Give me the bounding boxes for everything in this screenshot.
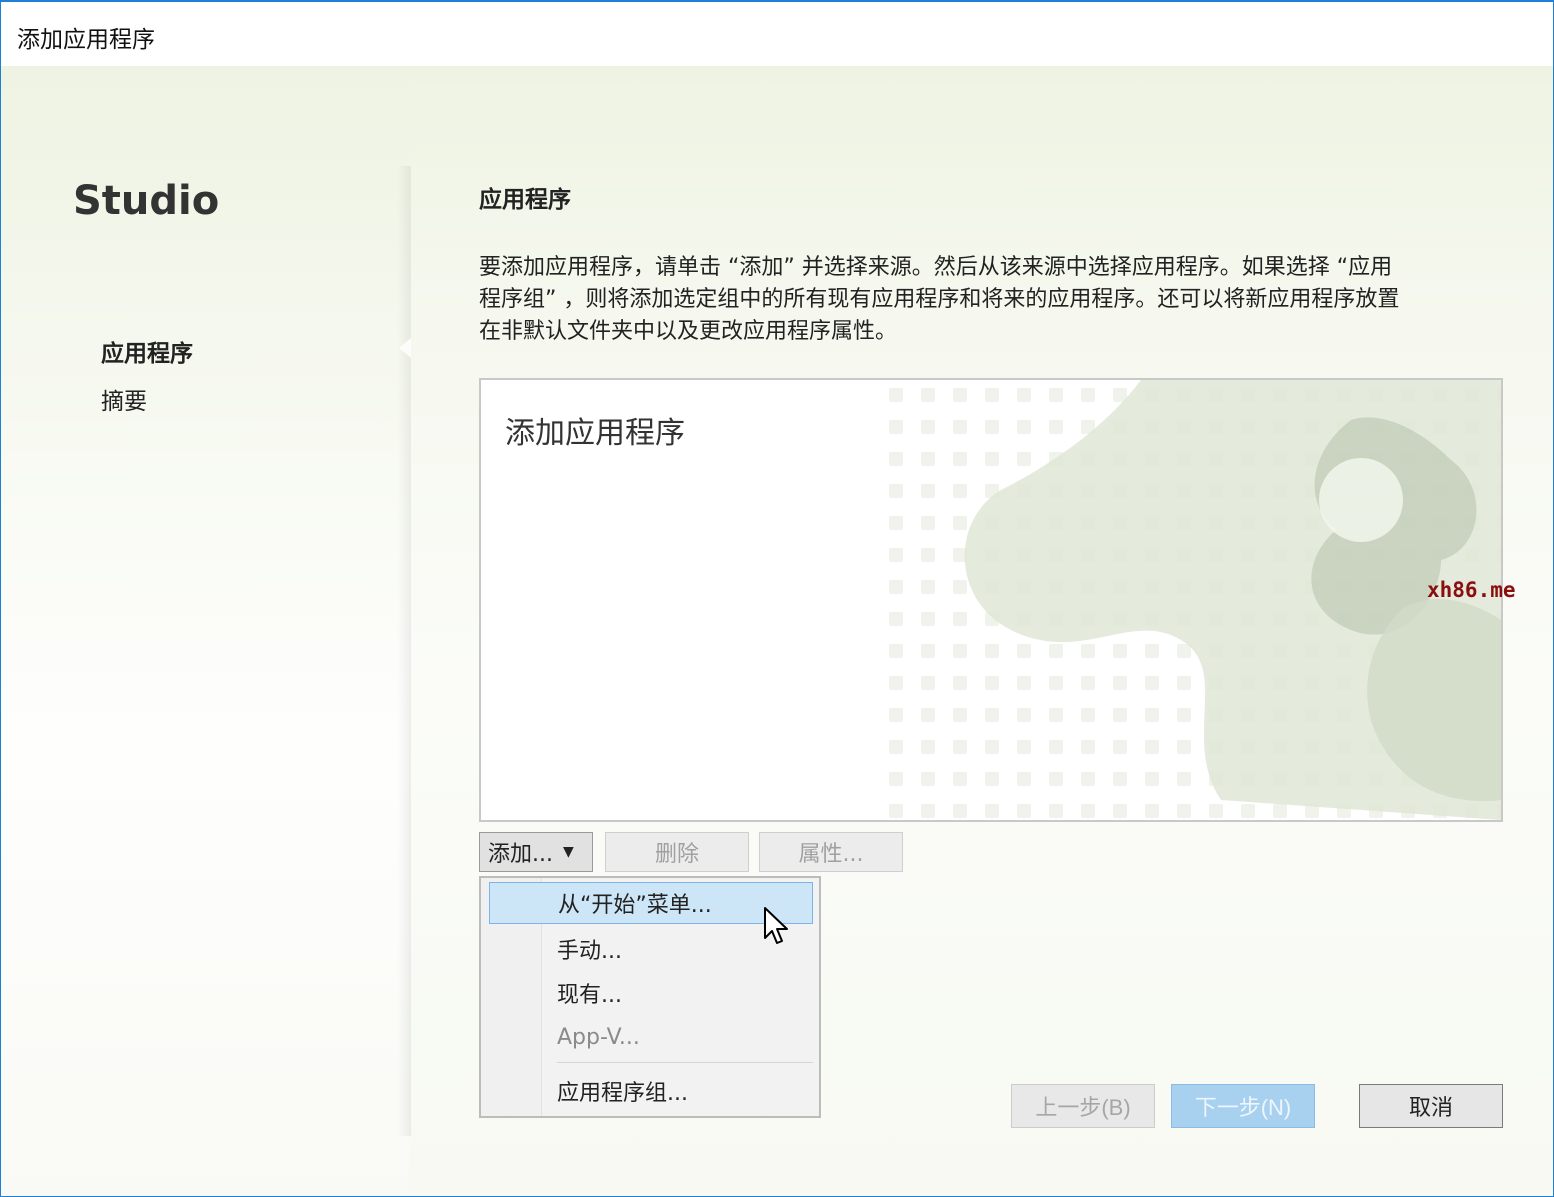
window-title: 添加应用程序 [17, 27, 155, 53]
nav-item-applications[interactable]: 应用程序 [101, 334, 193, 368]
wizard-client-area: Studio 应用程序 摘要 应用程序 要添加应用程序，请单击 “添加” 并选择… [1, 66, 1553, 1196]
delete-button[interactable]: 删除 [605, 832, 749, 872]
panel-divider-shadow [397, 166, 411, 1136]
active-step-pointer [399, 338, 411, 358]
add-dropdown-button[interactable]: 添加... ▼ [479, 832, 593, 872]
instructions-line: 要添加应用程序，请单击 “添加” 并选择来源。然后从该来源中选择应用程序。如果选… [479, 255, 1393, 280]
app-list-placeholder: 添加应用程序 [505, 416, 685, 451]
instructions-text: 要添加应用程序，请单击 “添加” 并选择来源。然后从该来源中选择应用程序。如果选… [479, 252, 1495, 348]
menu-item-existing[interactable]: 现有... [489, 972, 813, 1014]
menu-separator [557, 1062, 813, 1063]
menu-item-app-v[interactable]: App-V... [489, 1016, 813, 1058]
add-button-label: 添加... [488, 842, 553, 867]
nav-item-summary[interactable]: 摘要 [101, 382, 147, 416]
site-watermark-text: xh86.me [1427, 578, 1516, 602]
dropdown-caret-icon: ▼ [562, 844, 574, 860]
add-application-window: 添加应用程序 Studio 应用程序 摘要 应用程序 要添加应用程序，请单击 “… [0, 0, 1554, 1197]
product-name: Studio [73, 178, 220, 224]
menu-item-application-group[interactable]: 应用程序组... [489, 1070, 813, 1112]
brand-watermark-graphic [881, 380, 1501, 820]
wizard-main-area: 应用程序 要添加应用程序，请单击 “添加” 并选择来源。然后从该来源中选择应用程… [411, 66, 1553, 1196]
next-button[interactable]: 下一步(N) [1171, 1084, 1315, 1128]
instructions-line: 程序组” ，则将添加选定组中的所有现有应用程序和将来的应用程序。还可以将新应用程… [479, 287, 1400, 312]
back-button[interactable]: 上一步(B) [1011, 1084, 1155, 1128]
cancel-button[interactable]: 取消 [1359, 1084, 1503, 1128]
section-title: 应用程序 [479, 187, 571, 213]
instructions-line: 在非默认文件夹中以及更改应用程序属性。 [479, 319, 898, 344]
application-list[interactable]: 添加应用程序 [479, 378, 1503, 822]
mouse-pointer-icon [764, 907, 788, 944]
title-bar[interactable]: 添加应用程序 [1, 2, 1553, 66]
properties-button[interactable]: 属性... [759, 832, 903, 872]
wizard-nav-panel: Studio 应用程序 摘要 [1, 66, 409, 1196]
